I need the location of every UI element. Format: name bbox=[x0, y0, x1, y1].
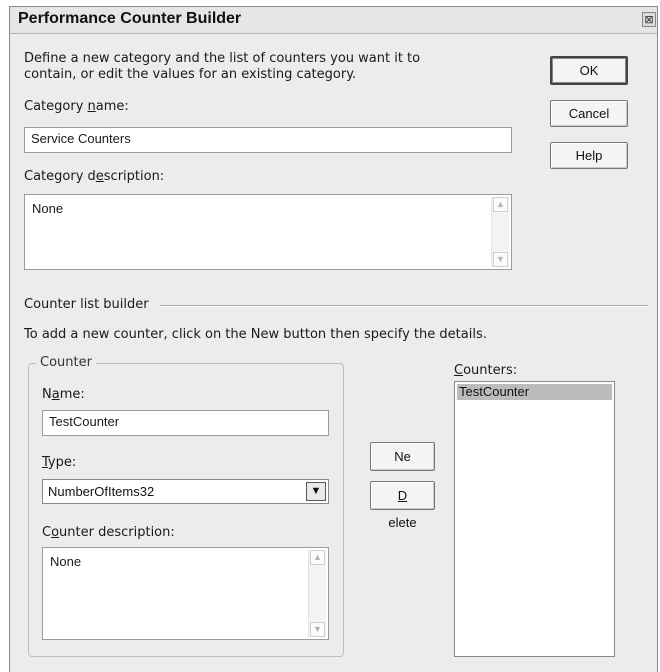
delete-button[interactable]: Delete bbox=[370, 481, 435, 530]
scroll-up-icon[interactable]: ▲ bbox=[493, 197, 508, 212]
counter-description-label: Counter description: bbox=[42, 525, 175, 540]
counter-name-label: Name: bbox=[42, 387, 85, 402]
counters-list-label: Counters: bbox=[454, 363, 518, 378]
counter-type-label: Type: bbox=[42, 455, 77, 470]
scroll-up-icon[interactable]: ▲ bbox=[310, 550, 325, 565]
counter-type-value: NumberOfItems32 bbox=[48, 484, 155, 499]
chevron-down-icon[interactable]: ▼ bbox=[306, 482, 326, 501]
help-button[interactable]: Help bbox=[550, 142, 628, 169]
category-description-scrollbar[interactable]: ▲ ▼ bbox=[491, 197, 509, 267]
category-description-input[interactable]: None ▲ ▼ bbox=[24, 194, 512, 270]
category-name-input[interactable]: Service Counters bbox=[24, 127, 512, 153]
dialog-window: Performance Counter Builder ⊠ Define a n… bbox=[9, 6, 658, 672]
counter-description-input[interactable]: None ▲ ▼ bbox=[42, 547, 329, 640]
builder-instructions: To add a new counter, click on the New b… bbox=[24, 327, 487, 342]
list-item[interactable]: TestCounter bbox=[457, 384, 612, 400]
counter-type-select[interactable]: NumberOfItems32 ▼ bbox=[42, 479, 329, 504]
intro-line-1: Define a new category and the list of co… bbox=[24, 51, 421, 66]
window-title: Performance Counter Builder bbox=[18, 10, 242, 27]
counters-listbox[interactable]: TestCounter bbox=[454, 381, 615, 657]
close-icon[interactable]: ⊠ bbox=[642, 12, 656, 27]
counter-description-scrollbar[interactable]: ▲ ▼ bbox=[308, 550, 326, 637]
intro-line-2: contain, or edit the values for an exist… bbox=[24, 67, 357, 82]
category-description-label: Category description: bbox=[24, 169, 165, 184]
scroll-down-icon[interactable]: ▼ bbox=[493, 252, 508, 267]
title-bar: Performance Counter Builder ⊠ bbox=[10, 7, 657, 34]
counter-name-input[interactable]: TestCounter bbox=[42, 410, 329, 436]
counter-description-value: None bbox=[50, 554, 82, 569]
builder-separator bbox=[160, 305, 648, 307]
ok-button[interactable]: OK bbox=[550, 56, 628, 85]
category-description-value: None bbox=[32, 201, 64, 216]
cancel-button[interactable]: Cancel bbox=[550, 100, 628, 127]
scroll-down-icon[interactable]: ▼ bbox=[310, 622, 325, 637]
category-name-label: Category name: bbox=[24, 99, 129, 114]
counter-group-title: Counter bbox=[36, 355, 96, 370]
new-button[interactable]: New bbox=[370, 442, 435, 491]
counter-list-builder-heading: Counter list builder bbox=[24, 297, 149, 312]
